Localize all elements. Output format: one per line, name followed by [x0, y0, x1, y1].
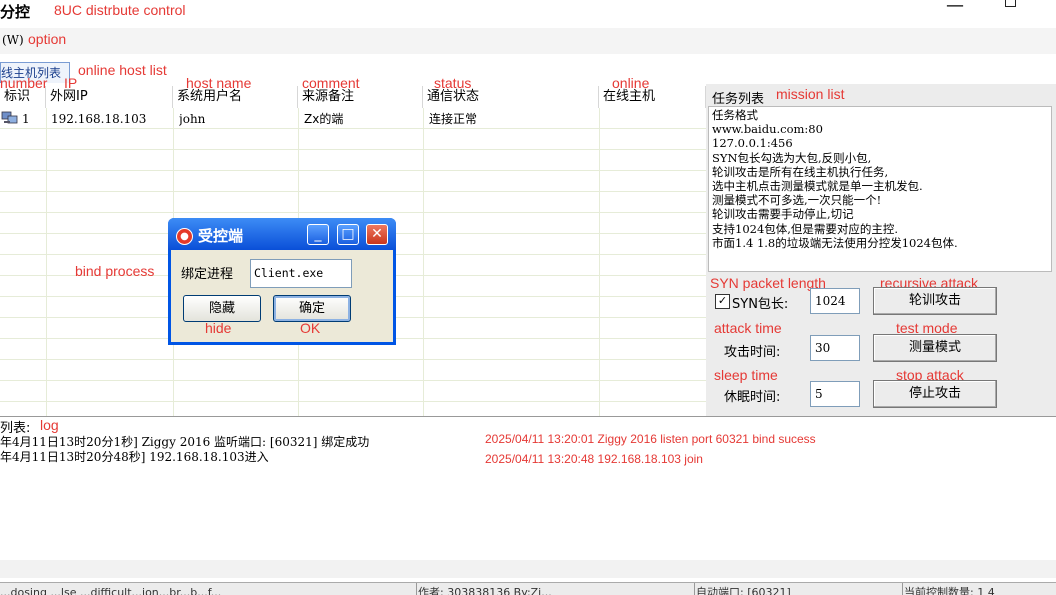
- cell-id: 1: [22, 112, 30, 126]
- status-segment: 作者: 303838136 By:Zi...: [418, 583, 695, 595]
- tab-annotation: online host list: [78, 62, 167, 78]
- mission-line: 市面1.4 1.8的垃圾端无法使用分控发1024包体.: [712, 235, 958, 250]
- bind-process-label: 绑定进程: [181, 267, 234, 282]
- attack-time-annotation: attack time: [714, 320, 782, 336]
- empty-table-row: [0, 192, 706, 213]
- dialog-minimize-button[interactable]: _: [307, 224, 329, 245]
- mission-text: 任务格式 www.baidu.com:80 127.0.0.1:456 SYN包…: [712, 108, 1052, 250]
- syn-label: SYN包长:: [732, 297, 789, 312]
- empty-table-row: [0, 381, 706, 402]
- log-entry: 年4月11日13时20分48秒] 192.168.18.103进入: [0, 450, 269, 464]
- mission-line: 127.0.0.1:456: [712, 136, 793, 151]
- log-entry-translation: 2025/04/11 13:20:48 192.168.18.103 join: [485, 452, 703, 466]
- attack-time-input[interactable]: 30: [810, 335, 860, 361]
- hide-annotation: hide: [205, 320, 232, 336]
- cell-status: 连接正常: [429, 112, 478, 126]
- log-entry-translation: 2025/04/11 13:20:01 Ziggy 2016 listen po…: [485, 432, 816, 446]
- mission-line: SYN包长勾选为大包,反则小包,: [712, 150, 872, 165]
- syn-length-input[interactable]: 1024: [810, 288, 860, 314]
- empty-table-row: [0, 360, 706, 381]
- cell-user: john: [179, 112, 206, 126]
- horizontal-scrollbar[interactable]: [0, 560, 1056, 578]
- log-annotation: log: [40, 417, 59, 433]
- sleep-time-label: 休眠时间:: [724, 390, 781, 405]
- status-segment: ...dosing ...lse ...difficult...ion...br…: [0, 583, 417, 595]
- app-icon: ●: [176, 228, 193, 245]
- menu-option-annotation: option: [28, 31, 67, 47]
- app-title: 分控: [0, 3, 31, 21]
- mission-line: 任务格式: [712, 108, 758, 122]
- column-annotation-host-name: host name: [186, 75, 252, 91]
- hide-button[interactable]: 隐藏: [183, 295, 261, 322]
- maximize-button[interactable]: [1000, 0, 1022, 16]
- column-annotation-number: number: [0, 75, 48, 91]
- empty-table-row: [0, 129, 706, 150]
- column-annotation-ip: IP: [64, 75, 78, 91]
- status-segment: 当前控制数量: 1 4: [904, 586, 995, 595]
- mission-list-title: 任务列表: [712, 92, 765, 107]
- maximize-icon: [1005, 0, 1016, 7]
- menu-bar: [0, 28, 1056, 54]
- mission-list-annotation: mission list: [776, 86, 845, 102]
- syn-annotation: SYN packet length: [710, 275, 826, 291]
- cell-ip: 192.168.18.103: [51, 112, 147, 126]
- table-row[interactable]: 1 192.168.18.103 john Zx的端 连接正常: [0, 108, 706, 129]
- dialog-title: 受控端: [198, 227, 244, 245]
- title-annotation: 8UC distrbute control: [54, 2, 186, 18]
- column-annotation-status: status: [434, 75, 472, 91]
- ok-annotation: OK: [300, 320, 321, 336]
- attack-time-label: 攻击时间:: [724, 345, 781, 360]
- syn-checkbox[interactable]: ✓: [715, 294, 730, 309]
- test-mode-button[interactable]: 测量模式: [873, 334, 997, 362]
- mission-line: 轮训攻击需要手动停止,切记: [712, 207, 854, 222]
- recursive-attack-button[interactable]: 轮训攻击: [873, 287, 997, 315]
- mission-line: 选中主机点击测量模式就是单一主机发包.: [712, 179, 923, 194]
- column-annotation-comment: comment: [302, 75, 360, 91]
- status-segment: 自动端口: [60321]: [696, 583, 903, 595]
- sleep-time-input[interactable]: 5: [810, 381, 860, 407]
- bind-process-annotation: bind process: [75, 263, 155, 279]
- dialog-close-button[interactable]: ✕: [366, 224, 388, 245]
- process-name-input[interactable]: Client.exe: [250, 259, 352, 288]
- empty-table-row: [0, 150, 706, 171]
- mission-line: 测量模式不可多选,一次只能一个!: [712, 193, 882, 208]
- mission-line: 支持1024包体,但是需要对应的主控.: [712, 221, 899, 236]
- mission-line: www.baidu.com:80: [712, 122, 823, 137]
- sleep-time-annotation: sleep time: [714, 367, 778, 383]
- host-icon: [0, 109, 20, 129]
- column-annotation-online: online: [612, 75, 650, 91]
- mission-line: 轮训攻击是所有在线主机执行任务,: [712, 164, 889, 179]
- ok-button[interactable]: 确定: [273, 295, 351, 322]
- dialog-maximize-button[interactable]: □: [337, 224, 359, 245]
- status-bar: ...dosing ...lse ...difficult...ion...br…: [0, 582, 1056, 595]
- empty-table-row: [0, 171, 706, 192]
- stop-attack-button[interactable]: 停止攻击: [873, 380, 997, 408]
- menu-option[interactable]: (W): [2, 33, 24, 47]
- cell-note: Zx的端: [304, 112, 344, 126]
- minimize-button[interactable]: —: [940, 0, 970, 18]
